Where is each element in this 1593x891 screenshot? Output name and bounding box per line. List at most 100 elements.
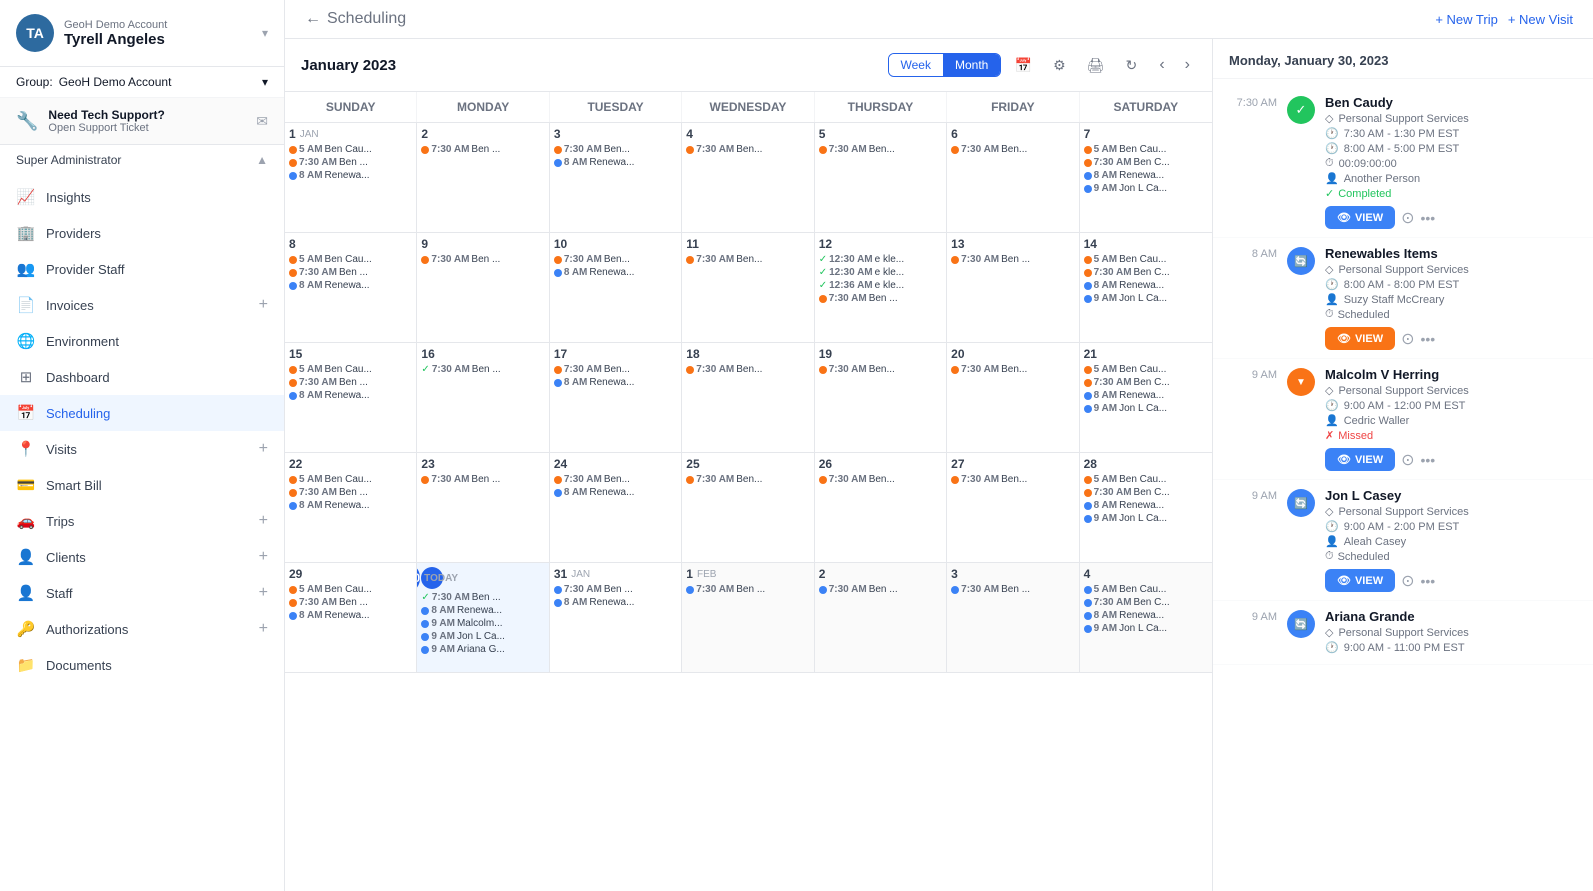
cal-day-jan12[interactable]: 12 ✓12:30 AM e kle... ✓12:30 AM e kle...… [815,233,947,342]
cal-event[interactable]: 8 AM Renewa... [1084,500,1208,511]
authorizations-add-icon[interactable]: + [259,620,268,638]
cal-day-jan21[interactable]: 21 5 AM Ben Cau... 7:30 AM Ben C... 8 AM… [1080,343,1212,452]
cal-day-jan6[interactable]: 6 7:30 AM Ben... [947,123,1079,232]
cal-day-jan24[interactable]: 24 7:30 AM Ben... 8 AM Renewa... [550,453,682,562]
cal-event[interactable]: 7:30 AM Ben ... [289,267,412,278]
cal-day-jan7[interactable]: 7 5 AM Ben Cau... 7:30 AM Ben C... 8 AM … [1080,123,1212,232]
cal-day-jan4[interactable]: 4 7:30 AM Ben... [682,123,814,232]
sidebar-item-clients[interactable]: 👤 Clients + [0,539,284,575]
cal-event[interactable]: 7:30 AM Ben ... [289,487,412,498]
cal-event[interactable]: 8 AM Renewa... [289,390,412,401]
more-options-icon[interactable]: ••• [1421,573,1436,589]
cal-event[interactable]: 7:30 AM Ben... [686,144,809,155]
more-options-icon[interactable]: ••• [1421,210,1436,226]
view-button[interactable]: 👁 VIEW [1325,206,1395,229]
cal-day-jan31[interactable]: 31 JAN 7:30 AM Ben ... 8 AM Renewa... [550,563,682,672]
cal-event[interactable]: ✓7:30 AM Ben ... [421,592,544,603]
cal-event[interactable]: 7:30 AM Ben C... [1084,377,1208,388]
cal-event[interactable]: 7:30 AM Ben ... [421,144,544,155]
filter-icon[interactable]: ⚙ [1045,51,1073,79]
calendar-icon[interactable]: 📅 [1009,51,1037,79]
sidebar-item-invoices[interactable]: 📄 Invoices + [0,287,284,323]
cal-event[interactable]: 9 AM Jon L Ca... [1084,623,1208,634]
cal-day-jan27[interactable]: 27 7:30 AM Ben... [947,453,1079,562]
cal-event[interactable]: 7:30 AM Ben ... [951,584,1074,595]
cal-day-jan14[interactable]: 14 5 AM Ben Cau... 7:30 AM Ben C... 8 AM… [1080,233,1212,342]
prev-month-button[interactable]: ‹ [1153,54,1170,76]
cal-day-jan8[interactable]: 8 5 AM Ben Cau... 7:30 AM Ben ... 8 AM R… [285,233,417,342]
cal-day-jan22[interactable]: 22 5 AM Ben Cau... 7:30 AM Ben ... 8 AM … [285,453,417,562]
cal-day-jan17[interactable]: 17 7:30 AM Ben... 8 AM Renewa... [550,343,682,452]
cal-event[interactable]: 7:30 AM Ben... [819,474,942,485]
sidebar-item-insights[interactable]: 📈 Insights [0,179,284,215]
invoices-add-icon[interactable]: + [259,296,268,314]
cal-event[interactable]: 5 AM Ben Cau... [1084,474,1208,485]
cal-event[interactable]: 7:30 AM Ben ... [554,584,677,595]
cal-day-feb3[interactable]: 3 7:30 AM Ben ... [947,563,1079,672]
cal-event[interactable]: 7:30 AM Ben C... [1084,487,1208,498]
cal-event[interactable]: 7:30 AM Ben ... [819,584,942,595]
cal-event[interactable]: 8 AM Renewa... [1084,280,1208,291]
sidebar-item-smart-bill[interactable]: 💳 Smart Bill [0,467,284,503]
cal-day-jan23[interactable]: 23 7:30 AM Ben ... [417,453,549,562]
cal-day-jan10[interactable]: 10 7:30 AM Ben... 8 AM Renewa... [550,233,682,342]
view-button[interactable]: 👁 VIEW [1325,448,1395,471]
cal-event[interactable]: 7:30 AM Ben ... [289,157,412,168]
week-view-button[interactable]: Week [889,54,943,76]
cal-event[interactable]: ✓12:30 AM e kle... [819,254,942,265]
cal-day-jan16[interactable]: 16 ✓7:30 AM Ben ... [417,343,549,452]
visits-add-icon[interactable]: + [259,440,268,458]
cal-event[interactable]: 9 AM Ariana G... [421,644,544,655]
cal-event[interactable]: 5 AM Ben Cau... [289,474,412,485]
cal-day-jan11[interactable]: 11 7:30 AM Ben... [682,233,814,342]
cal-event[interactable]: ✓12:30 AM e kle... [819,267,942,278]
cal-event[interactable]: 8 AM Renewa... [554,487,677,498]
cal-event[interactable]: 7:30 AM Ben... [686,474,809,485]
cal-event[interactable]: 9 AM Malcolm... [421,618,544,629]
sidebar-support[interactable]: 🔧 Need Tech Support? Open Support Ticket… [0,98,284,145]
cal-event[interactable]: 7:30 AM Ben... [554,144,677,155]
cal-event[interactable]: 7:30 AM Ben ... [686,584,809,595]
clients-add-icon[interactable]: + [259,548,268,566]
chevron-down-icon[interactable]: ▾ [262,26,268,40]
sidebar-item-environment[interactable]: 🌐 Environment [0,323,284,359]
check-action-icon[interactable]: ⊙ [1401,208,1414,228]
cal-event[interactable]: 5 AM Ben Cau... [289,584,412,595]
sidebar-item-scheduling[interactable]: 📅 Scheduling [0,395,284,431]
cal-event[interactable]: 7:30 AM Ben ... [421,254,544,265]
cal-event[interactable]: 7:30 AM Ben... [554,254,677,265]
sidebar-item-staff[interactable]: 👤 Staff + [0,575,284,611]
cal-day-jan19[interactable]: 19 7:30 AM Ben... [815,343,947,452]
super-admin-chevron[interactable]: ▲ [256,153,268,167]
group-chevron-icon[interactable]: ▾ [262,75,268,89]
cal-event[interactable]: 8 AM Renewa... [554,157,677,168]
cal-event[interactable]: 5 AM Ben Cau... [1084,254,1208,265]
cal-event[interactable]: 7:30 AM Ben... [951,144,1074,155]
cal-event[interactable]: 7:30 AM Ben... [819,144,942,155]
cal-event[interactable]: 9 AM Jon L Ca... [1084,513,1208,524]
cal-event[interactable]: 8 AM Renewa... [289,170,412,181]
more-options-icon[interactable]: ••• [1421,331,1436,347]
cal-event[interactable]: 7:30 AM Ben C... [1084,157,1208,168]
check-action-icon[interactable]: ⊙ [1401,450,1414,470]
sidebar-item-trips[interactable]: 🚗 Trips + [0,503,284,539]
check-action-icon[interactable]: ⊙ [1401,329,1414,349]
sidebar-item-dashboard[interactable]: ⊞ Dashboard [0,359,284,395]
new-trip-button[interactable]: + New Trip [1435,12,1498,27]
staff-add-icon[interactable]: + [259,584,268,602]
new-visit-button[interactable]: + New Visit [1508,12,1573,27]
month-view-button[interactable]: Month [943,54,1000,76]
cal-day-jan1[interactable]: 1 JAN 5 AM Ben Cau... 7:30 AM Ben ... 8 … [285,123,417,232]
cal-event[interactable]: 9 AM Jon L Ca... [421,631,544,642]
sidebar-item-visits[interactable]: 📍 Visits + [0,431,284,467]
print-icon[interactable]: 🖨 [1081,51,1109,79]
cal-event[interactable]: 7:30 AM Ben... [951,364,1074,375]
cal-event[interactable]: 8 AM Renewa... [554,377,677,388]
cal-event[interactable]: 8 AM Renewa... [1084,610,1208,621]
sidebar-item-providers[interactable]: 🏢 Providers [0,215,284,251]
trips-add-icon[interactable]: + [259,512,268,530]
cal-event[interactable]: 9 AM Jon L Ca... [1084,183,1208,194]
cal-event[interactable]: 8 AM Renewa... [1084,390,1208,401]
cal-day-jan9[interactable]: 9 7:30 AM Ben ... [417,233,549,342]
cal-event[interactable]: 7:30 AM Ben... [554,364,677,375]
